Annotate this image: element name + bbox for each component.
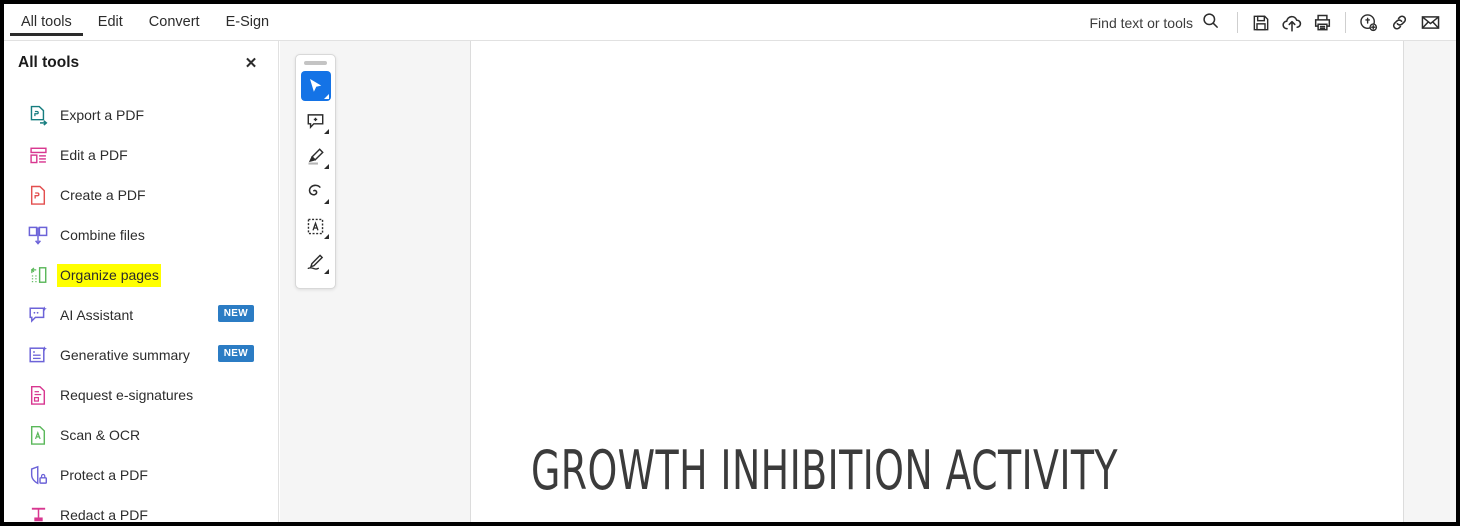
fill-and-sign-tool-button[interactable]: [301, 246, 331, 276]
create-pdf-icon: [28, 184, 48, 206]
sidebar-item-ai-assistant[interactable]: AI Assistant NEW: [4, 295, 278, 335]
top-menu-bar: All tools Edit Convert E-Sign Find text …: [4, 4, 1456, 41]
quick-tools-toolbar: [295, 54, 336, 289]
sidebar-item-request-e-signatures[interactable]: Request e-signatures: [4, 375, 278, 415]
find-text-or-tools[interactable]: Find text or tools: [1090, 11, 1231, 35]
sidebar-item-protect-a-pdf[interactable]: Protect a PDF: [4, 455, 278, 495]
menu-tab-list: All tools Edit Convert E-Sign: [8, 4, 282, 41]
sidebar-item-edit-a-pdf[interactable]: Edit a PDF: [4, 135, 278, 175]
add-person-stamp-button[interactable]: [1353, 7, 1384, 38]
tab-all-tools[interactable]: All tools: [8, 4, 85, 41]
select-tool-button[interactable]: [300, 71, 331, 101]
tab-convert-label: Convert: [148, 14, 200, 30]
cloud-upload-button[interactable]: [1276, 7, 1307, 38]
draw-tool-button[interactable]: [301, 176, 331, 206]
sidebar-item-generative-summary[interactable]: Generative summary NEW: [4, 335, 278, 375]
sidebar-header: All tools ✕: [4, 41, 278, 85]
sidebar-item-label: Redact a PDF: [60, 507, 148, 522]
sidebar-item-organize-pages[interactable]: Organize pages: [4, 255, 278, 295]
chevron-corner-icon: [323, 269, 329, 274]
protect-pdf-icon: [28, 464, 48, 486]
print-button[interactable]: [1307, 7, 1338, 38]
chevron-corner-icon: [323, 129, 329, 134]
edit-pdf-icon: [28, 144, 48, 166]
sidebar-item-export-a-pdf[interactable]: Export a PDF: [4, 95, 278, 135]
sidebar-item-label: Request e-signatures: [60, 387, 194, 403]
chevron-corner-icon: [323, 164, 329, 169]
tool-list: Export a PDF Edit a PDF Create a PDF Com…: [4, 85, 278, 522]
sidebar-item-label: Export a PDF: [60, 107, 145, 123]
email-button[interactable]: [1415, 7, 1446, 38]
sidebar-item-label: AI Assistant: [60, 307, 134, 323]
combine-files-icon: [28, 224, 48, 246]
request-esignatures-icon: [28, 384, 48, 406]
toolbar-divider-2: [1345, 12, 1346, 33]
sidebar-item-label: Generative summary: [60, 347, 190, 363]
chevron-corner-icon: [323, 199, 329, 204]
drag-handle[interactable]: [304, 61, 327, 65]
sidebar-item-label: Combine files: [60, 227, 145, 243]
sidebar-item-label: Organize pages: [57, 264, 161, 287]
tab-edit[interactable]: Edit: [85, 4, 136, 41]
toolbar-divider-1: [1237, 12, 1238, 33]
redact-pdf-icon: [28, 504, 48, 522]
find-input-label: Find text or tools: [1089, 14, 1194, 31]
page-title: GROWTH INHIBITION ACTIVITY: [531, 439, 1118, 502]
export-pdf-icon: [28, 104, 48, 126]
sidebar-item-scan-and-ocr[interactable]: Scan & OCR: [4, 415, 278, 455]
sidebar-item-redact-a-pdf[interactable]: Redact a PDF: [4, 495, 278, 522]
sidebar-item-combine-files[interactable]: Combine files: [4, 215, 278, 255]
sidebar-item-label: Edit a PDF: [60, 147, 128, 163]
tab-edit-label: Edit: [97, 14, 123, 30]
organize-pages-icon: [28, 264, 48, 286]
text-select-tool-button[interactable]: [301, 211, 331, 241]
close-icon[interactable]: ✕: [240, 52, 262, 74]
all-tools-sidebar: All tools ✕ Export a PDF Edit a PDF Crea…: [4, 41, 279, 522]
menu-bar-actions: Find text or tools: [1090, 4, 1447, 41]
highlight-tool-button[interactable]: [301, 141, 331, 171]
chevron-corner-icon: [323, 94, 329, 99]
tab-e-sign[interactable]: E-Sign: [213, 4, 283, 41]
tab-convert[interactable]: Convert: [136, 4, 213, 41]
chevron-corner-icon: [323, 234, 329, 239]
search-icon: [1201, 11, 1220, 35]
share-link-button[interactable]: [1384, 7, 1415, 38]
new-badge: NEW: [217, 345, 254, 362]
document-workspace: GROWTH INHIBITION ACTIVITY: [280, 41, 1456, 522]
scan-ocr-icon: [28, 424, 48, 446]
add-comment-tool-button[interactable]: [301, 106, 331, 136]
ai-assistant-icon: [28, 304, 48, 326]
save-button[interactable]: [1245, 7, 1276, 38]
new-badge: NEW: [217, 305, 254, 322]
sidebar-item-label: Protect a PDF: [60, 467, 148, 483]
sidebar-item-create-a-pdf[interactable]: Create a PDF: [4, 175, 278, 215]
generative-summary-icon: [28, 344, 48, 366]
pdf-page[interactable]: GROWTH INHIBITION ACTIVITY: [470, 41, 1404, 522]
acrobat-window: All tools Edit Convert E-Sign Find text …: [4, 4, 1456, 522]
tab-all-tools-label: All tools: [21, 14, 72, 30]
sidebar-item-label: Create a PDF: [60, 187, 146, 203]
sidebar-item-label: Scan & OCR: [60, 427, 141, 443]
sidebar-title: All tools: [18, 54, 80, 71]
tab-e-sign-label: E-Sign: [225, 14, 270, 30]
